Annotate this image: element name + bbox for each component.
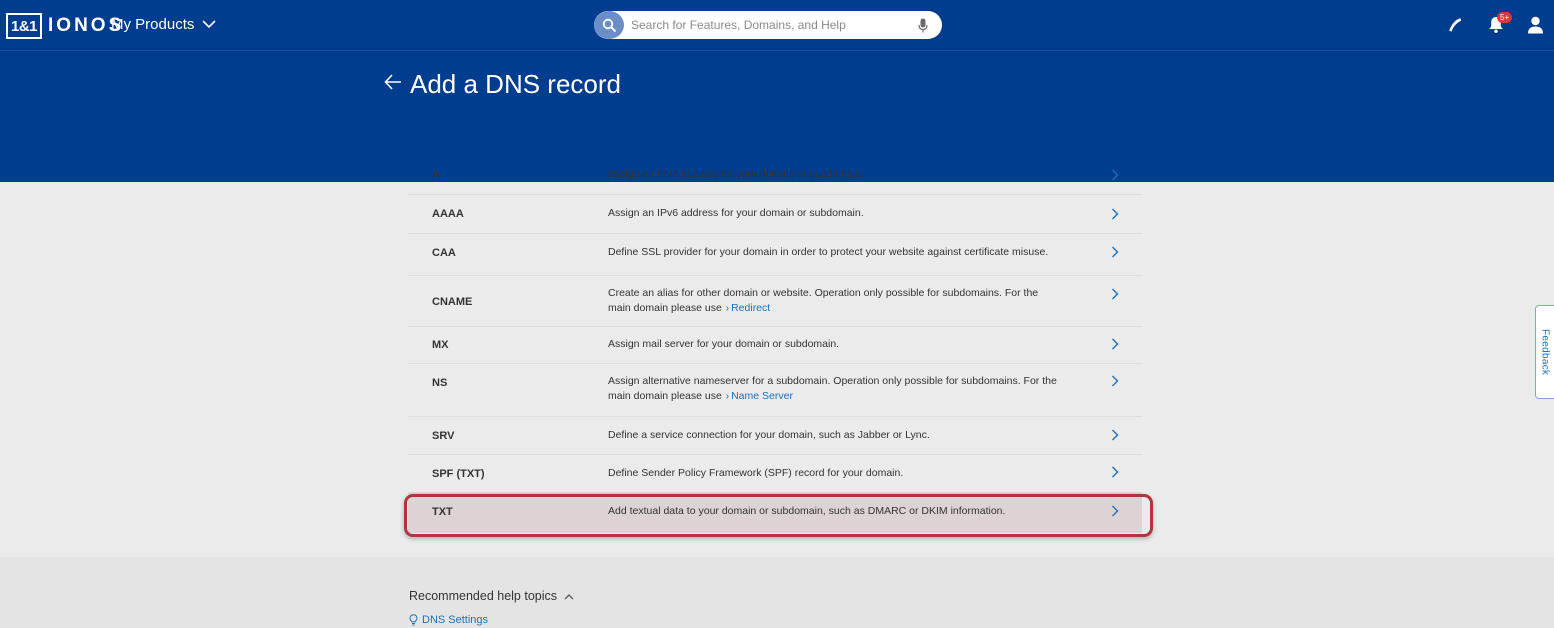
- record-type-label: CNAME: [432, 296, 473, 308]
- chevron-right-icon: [1112, 466, 1119, 478]
- record-type-description: Create an alias for other domain or webs…: [608, 286, 1058, 316]
- record-type-srv[interactable]: SRV Define a service connection for your…: [408, 417, 1142, 455]
- help-link-text: DNS Settings: [422, 614, 489, 626]
- chevron-up-icon: [564, 593, 574, 599]
- record-type-spf-txt[interactable]: SPF (TXT) Define Sender Policy Framework…: [408, 455, 1142, 493]
- record-type-description: Define a service connection for your dom…: [608, 429, 930, 441]
- help-topics-area: [0, 557, 1554, 628]
- chevron-right-icon: [1112, 338, 1119, 350]
- record-type-label: AAAA: [432, 208, 464, 220]
- record-type-ns[interactable]: NS Assign alternative nameserver for a s…: [408, 364, 1142, 417]
- back-arrow-icon[interactable]: [384, 74, 402, 90]
- record-type-a[interactable]: A Assign an IPv4 address for your domain…: [408, 156, 1142, 195]
- name-server-link[interactable]: Name Server: [731, 390, 793, 402]
- record-type-label: CAA: [432, 247, 456, 259]
- notification-badge: 5+: [1497, 12, 1513, 23]
- chevron-right-icon: [1112, 169, 1119, 181]
- search-bar: [594, 11, 942, 39]
- chevron-right-icon: [1112, 288, 1119, 300]
- page-title: Add a DNS record: [410, 69, 621, 99]
- record-type-description: Define SSL provider for your domain in o…: [608, 246, 1049, 258]
- record-type-txt[interactable]: TXT Add textual data to your domain or s…: [408, 493, 1142, 533]
- chevron-right-icon: [1112, 505, 1119, 517]
- help-heading-text: Recommended help topics: [409, 589, 557, 603]
- record-type-description: Assign an IPv6 address for your domain o…: [608, 207, 864, 219]
- description-text: Create an alias for other domain or webs…: [608, 287, 1039, 314]
- lightbulb-icon: [409, 614, 418, 626]
- record-type-label: MX: [432, 339, 449, 351]
- my-products-menu[interactable]: My Products: [111, 16, 216, 33]
- record-type-aaaa[interactable]: AAAA Assign an IPv6 address for your dom…: [408, 195, 1142, 234]
- record-type-description: Define Sender Policy Framework (SPF) rec…: [608, 467, 904, 479]
- dns-settings-help-link[interactable]: DNS Settings: [409, 614, 488, 626]
- chevron-right-icon: [1112, 246, 1119, 258]
- ionos-logo[interactable]: 1&1 IONOS: [6, 13, 124, 39]
- record-type-label: SPF (TXT): [432, 468, 485, 480]
- redirect-link[interactable]: Redirect: [731, 302, 770, 314]
- user-icon[interactable]: [1527, 16, 1544, 34]
- record-type-label: NS: [432, 377, 448, 389]
- link-chevron-icon: ›: [725, 303, 730, 314]
- record-type-cname[interactable]: CNAME Create an alias for other domain o…: [408, 276, 1142, 327]
- record-type-label: A: [432, 169, 440, 181]
- logo-mark: 1&1: [6, 13, 43, 39]
- voice-search-button[interactable]: [912, 18, 934, 33]
- chevron-right-icon: [1112, 375, 1119, 387]
- search-button[interactable]: [594, 11, 624, 39]
- chevron-right-icon: [1112, 208, 1119, 220]
- feedback-label: Feedback: [1539, 328, 1551, 376]
- record-type-label: TXT: [432, 506, 453, 518]
- search-icon: [602, 18, 616, 32]
- microphone-icon: [918, 18, 928, 32]
- feedback-tab[interactable]: Feedback: [1535, 305, 1554, 399]
- description-text: Assign alternative nameserver for a subd…: [608, 375, 1057, 402]
- record-type-description: Assign alternative nameserver for a subd…: [608, 374, 1058, 404]
- record-type-description: Assign an IPv4 address for your domain o…: [608, 168, 864, 180]
- search-input[interactable]: [631, 12, 912, 38]
- top-navigation: 1&1 IONOS My Products 5+: [0, 0, 1554, 51]
- record-type-description: Add textual data to your domain or subdo…: [608, 505, 1006, 517]
- record-type-mx[interactable]: MX Assign mail server for your domain or…: [408, 327, 1142, 364]
- my-products-label: My Products: [111, 16, 195, 33]
- record-type-description: Assign mail server for your domain or su…: [608, 338, 840, 350]
- chevron-down-icon: [202, 20, 216, 29]
- recommended-help-toggle[interactable]: Recommended help topics: [409, 589, 574, 603]
- record-type-label: SRV: [432, 430, 455, 442]
- phone-icon[interactable]: [1446, 16, 1464, 34]
- chevron-right-icon: [1112, 429, 1119, 441]
- record-type-caa[interactable]: CAA Define SSL provider for your domain …: [408, 234, 1142, 276]
- link-chevron-icon: ›: [725, 391, 730, 402]
